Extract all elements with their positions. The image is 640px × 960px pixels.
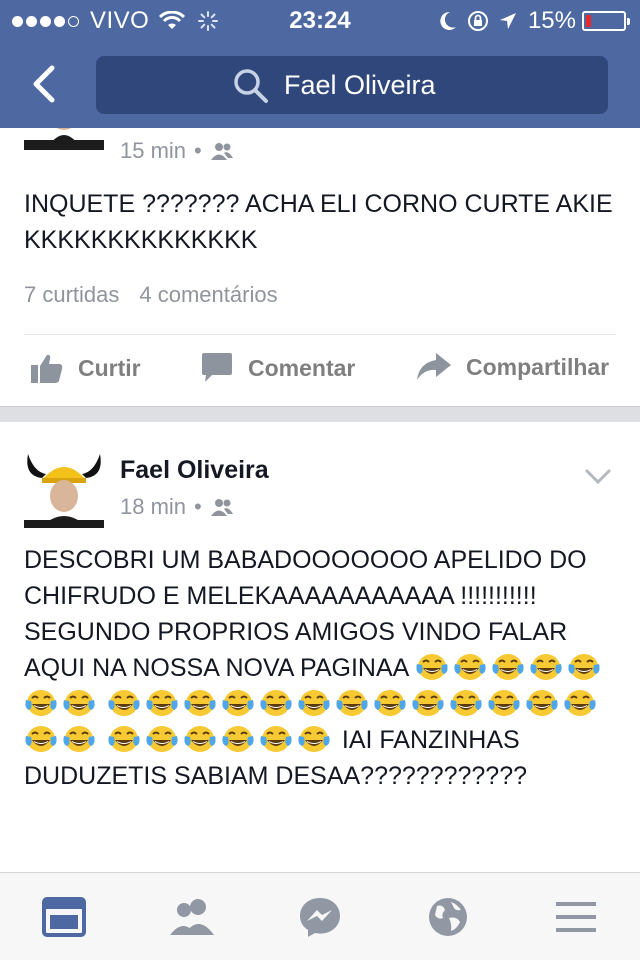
comment-bubble-icon	[202, 353, 232, 382]
thumbs-up-icon	[31, 354, 63, 383]
do-not-disturb-moon-icon	[440, 11, 456, 30]
tears-of-joy-emoji-icon	[260, 690, 292, 716]
post-time[interactable]: 18 min	[120, 494, 186, 520]
tab-friends[interactable]	[168, 895, 216, 939]
news-feed-icon	[42, 897, 86, 937]
tears-of-joy-emoji-icon	[416, 654, 448, 680]
tears-of-joy-emoji-icon	[108, 726, 140, 752]
post-meta: 15 min •	[120, 138, 234, 164]
post-author[interactable]: Fael Oliveira	[120, 456, 269, 485]
comment-button[interactable]: Comentar	[200, 352, 355, 384]
post-actions: Curtir Comentar Compartilhar	[0, 338, 640, 398]
tears-of-joy-emoji-icon	[108, 690, 140, 716]
tab-notifications[interactable]	[424, 895, 472, 939]
meta-separator: •	[194, 138, 202, 163]
tears-of-joy-emoji-icon	[146, 690, 178, 716]
tears-of-joy-emoji-icon	[412, 690, 444, 716]
tears-of-joy-emoji-icon	[530, 654, 562, 680]
share-button[interactable]: Compartilhar	[416, 352, 609, 382]
tears-of-joy-emoji-icon	[568, 654, 600, 680]
tears-of-joy-emoji-icon	[298, 690, 330, 716]
tears-of-joy-emoji-icon	[63, 726, 95, 752]
back-chevron-icon	[33, 65, 55, 103]
avatar-image	[24, 128, 104, 150]
post-options-chevron-icon[interactable]	[584, 468, 612, 486]
feed-separator	[0, 406, 640, 422]
battery-fill	[586, 15, 592, 27]
tab-menu[interactable]	[552, 895, 600, 939]
tears-of-joy-emoji-icon	[450, 690, 482, 716]
tab-bar	[0, 872, 640, 960]
search-icon	[234, 69, 268, 103]
messenger-icon	[300, 898, 340, 937]
emoji-run	[107, 726, 335, 754]
tears-of-joy-emoji-icon	[222, 726, 254, 752]
tears-of-joy-emoji-icon	[184, 690, 216, 716]
comments-count[interactable]: 4 comentários	[139, 282, 277, 308]
post-text: DESCOBRI UM BABADOOOOOOO APELIDO DO CHIF…	[24, 542, 624, 794]
status-right: 15%	[430, 7, 630, 35]
tears-of-joy-emoji-icon	[25, 726, 57, 752]
meta-separator: •	[194, 494, 202, 519]
back-button[interactable]	[22, 60, 66, 108]
nav-bar: Fael Oliveira	[0, 40, 640, 128]
tears-of-joy-emoji-icon	[336, 690, 368, 716]
post-meta: 18 min •	[120, 494, 234, 520]
likes-count[interactable]: 7 curtidas	[24, 282, 119, 308]
tears-of-joy-emoji-icon	[454, 654, 486, 680]
tears-of-joy-emoji-icon	[222, 690, 254, 716]
avatar[interactable]	[24, 448, 104, 528]
tears-of-joy-emoji-icon	[63, 690, 95, 716]
header: VIVO 23:24 15% Fael Oliveira	[0, 0, 640, 128]
tears-of-joy-emoji-icon	[298, 726, 330, 752]
tears-of-joy-emoji-icon	[260, 726, 292, 752]
status-bar: VIVO 23:24 15%	[0, 0, 640, 40]
like-button[interactable]: Curtir	[30, 352, 141, 384]
tears-of-joy-emoji-icon	[146, 726, 178, 752]
tears-of-joy-emoji-icon	[184, 726, 216, 752]
friends-icon	[170, 899, 214, 935]
location-arrow-icon	[499, 13, 516, 29]
post-card: Fael Oliveira 18 min • DESCOBRI UM BABAD…	[0, 422, 640, 872]
tears-of-joy-emoji-icon	[492, 654, 524, 680]
friends-audience-icon[interactable]	[210, 142, 234, 160]
post-counts: 7 curtidas 4 comentários	[24, 282, 278, 308]
tears-of-joy-emoji-icon	[564, 690, 596, 716]
battery-percent: 15%	[527, 7, 576, 34]
friends-audience-icon[interactable]	[210, 498, 234, 516]
avatar[interactable]	[24, 128, 104, 150]
search-input[interactable]: Fael Oliveira	[284, 70, 436, 101]
tab-messenger[interactable]	[296, 895, 344, 939]
search-bar[interactable]: Fael Oliveira	[96, 56, 608, 114]
divider	[24, 334, 616, 335]
post-text: INQUETE ??????? ACHA ELI CORNO CURTE AKI…	[24, 190, 613, 254]
tears-of-joy-emoji-icon	[374, 690, 406, 716]
post-time[interactable]: 15 min	[120, 138, 186, 164]
tab-news-feed[interactable]	[40, 895, 88, 939]
menu-icon	[556, 902, 596, 932]
tears-of-joy-emoji-icon	[526, 690, 558, 716]
post-card: 15 min • INQUETE ??????? ACHA ELI CORNO …	[0, 128, 640, 408]
news-feed[interactable]: 15 min • INQUETE ??????? ACHA ELI CORNO …	[0, 128, 640, 872]
globe-notifications-icon	[429, 898, 467, 936]
tears-of-joy-emoji-icon	[488, 690, 520, 716]
tears-of-joy-emoji-icon	[25, 690, 57, 716]
rotation-lock-icon	[467, 11, 488, 31]
battery-icon	[582, 11, 630, 31]
share-arrow-icon	[417, 353, 451, 380]
avatar-viking-image	[24, 448, 104, 528]
